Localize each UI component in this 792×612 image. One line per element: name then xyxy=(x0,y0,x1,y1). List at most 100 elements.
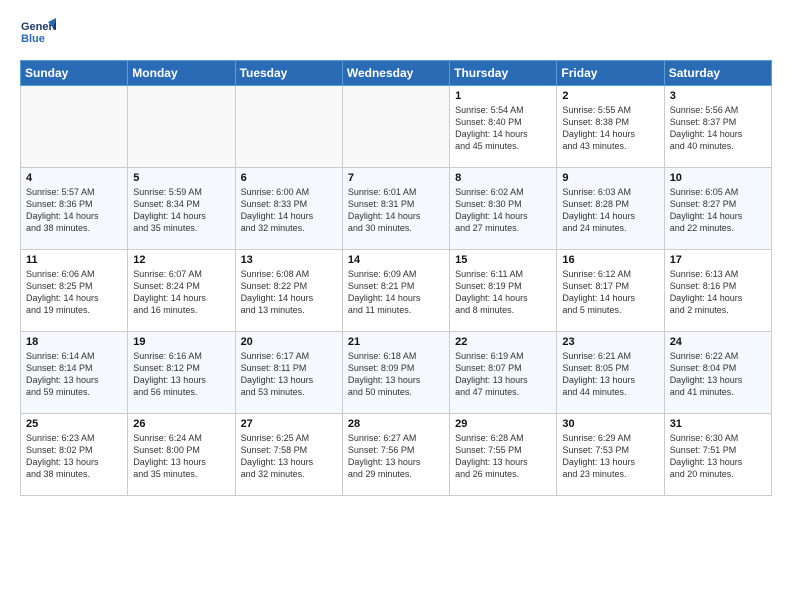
week-row-5: 25 Sunrise: 6:23 AM Sunset: 8:02 PM Dayli… xyxy=(21,414,772,496)
day-number: 27 xyxy=(241,418,337,430)
day-number: 6 xyxy=(241,172,337,184)
weekday-header-friday: Friday xyxy=(557,61,664,86)
day-cell: 16 Sunrise: 6:12 AM Sunset: 8:17 PM Dayli… xyxy=(557,250,664,332)
day-cell: 10 Sunrise: 6:05 AM Sunset: 8:27 PM Dayli… xyxy=(664,168,771,250)
day-number: 29 xyxy=(455,418,551,430)
day-info: Sunrise: 6:09 AM Sunset: 8:21 PM Dayligh… xyxy=(348,268,444,317)
day-number: 9 xyxy=(562,172,658,184)
day-number: 5 xyxy=(133,172,229,184)
day-info: Sunrise: 5:59 AM Sunset: 8:34 PM Dayligh… xyxy=(133,186,229,235)
week-row-2: 4 Sunrise: 5:57 AM Sunset: 8:36 PM Daylig… xyxy=(21,168,772,250)
day-cell: 25 Sunrise: 6:23 AM Sunset: 8:02 PM Dayli… xyxy=(21,414,128,496)
day-cell: 1 Sunrise: 5:54 AM Sunset: 8:40 PM Daylig… xyxy=(450,86,557,168)
day-info: Sunrise: 6:08 AM Sunset: 8:22 PM Dayligh… xyxy=(241,268,337,317)
day-number: 31 xyxy=(670,418,766,430)
day-info: Sunrise: 6:22 AM Sunset: 8:04 PM Dayligh… xyxy=(670,350,766,399)
day-cell: 31Sunrise: 6:30 AM Sunset: 7:51 PM Dayli… xyxy=(664,414,771,496)
day-cell: 17Sunrise: 6:13 AM Sunset: 8:16 PM Dayli… xyxy=(664,250,771,332)
day-number: 17 xyxy=(670,254,766,266)
day-number: 18 xyxy=(26,336,122,348)
day-info: Sunrise: 6:06 AM Sunset: 8:25 PM Dayligh… xyxy=(26,268,122,317)
day-info: Sunrise: 6:17 AM Sunset: 8:11 PM Dayligh… xyxy=(241,350,337,399)
day-info: Sunrise: 5:56 AM Sunset: 8:37 PM Dayligh… xyxy=(670,104,766,153)
day-number: 28 xyxy=(348,418,444,430)
day-info: Sunrise: 6:12 AM Sunset: 8:17 PM Dayligh… xyxy=(562,268,658,317)
day-cell: 7 Sunrise: 6:01 AM Sunset: 8:31 PM Daylig… xyxy=(342,168,449,250)
day-number: 12 xyxy=(133,254,229,266)
day-number: 3 xyxy=(670,90,766,102)
day-info: Sunrise: 6:25 AM Sunset: 7:58 PM Dayligh… xyxy=(241,432,337,481)
day-info: Sunrise: 6:27 AM Sunset: 7:56 PM Dayligh… xyxy=(348,432,444,481)
logo-svg: General Blue xyxy=(20,16,56,52)
calendar-table: SundayMondayTuesdayWednesdayThursdayFrid… xyxy=(20,60,772,496)
day-number: 7 xyxy=(348,172,444,184)
day-cell: 12 Sunrise: 6:07 AM Sunset: 8:24 PM Dayli… xyxy=(128,250,235,332)
day-cell xyxy=(342,86,449,168)
day-info: Sunrise: 6:00 AM Sunset: 8:33 PM Dayligh… xyxy=(241,186,337,235)
day-cell: 26 Sunrise: 6:24 AM Sunset: 8:00 PM Dayli… xyxy=(128,414,235,496)
day-number: 13 xyxy=(241,254,337,266)
day-number: 16 xyxy=(562,254,658,266)
weekday-header-monday: Monday xyxy=(128,61,235,86)
day-cell: 30 Sunrise: 6:29 AM Sunset: 7:53 PM Dayli… xyxy=(557,414,664,496)
day-info: Sunrise: 6:14 AM Sunset: 8:14 PM Dayligh… xyxy=(26,350,122,399)
day-info: Sunrise: 6:11 AM Sunset: 8:19 PM Dayligh… xyxy=(455,268,551,317)
day-info: Sunrise: 5:57 AM Sunset: 8:36 PM Dayligh… xyxy=(26,186,122,235)
day-cell xyxy=(128,86,235,168)
day-number: 1 xyxy=(455,90,551,102)
day-cell: 5 Sunrise: 5:59 AM Sunset: 8:34 PM Daylig… xyxy=(128,168,235,250)
day-info: Sunrise: 6:03 AM Sunset: 8:28 PM Dayligh… xyxy=(562,186,658,235)
day-number: 23 xyxy=(562,336,658,348)
day-cell: 2Sunrise: 5:55 AM Sunset: 8:38 PM Daylig… xyxy=(557,86,664,168)
day-cell: 4 Sunrise: 5:57 AM Sunset: 8:36 PM Daylig… xyxy=(21,168,128,250)
day-number: 24 xyxy=(670,336,766,348)
day-cell: 14 Sunrise: 6:09 AM Sunset: 8:21 PM Dayli… xyxy=(342,250,449,332)
logo: General Blue xyxy=(20,16,56,52)
day-info: Sunrise: 6:24 AM Sunset: 8:00 PM Dayligh… xyxy=(133,432,229,481)
day-cell: 18 Sunrise: 6:14 AM Sunset: 8:14 PM Dayli… xyxy=(21,332,128,414)
day-cell: 6 Sunrise: 6:00 AM Sunset: 8:33 PM Daylig… xyxy=(235,168,342,250)
day-cell: 9 Sunrise: 6:03 AM Sunset: 8:28 PM Daylig… xyxy=(557,168,664,250)
day-number: 10 xyxy=(670,172,766,184)
day-number: 2 xyxy=(562,90,658,102)
day-number: 11 xyxy=(26,254,122,266)
day-cell: 3 Sunrise: 5:56 AM Sunset: 8:37 PM Daylig… xyxy=(664,86,771,168)
weekday-header-thursday: Thursday xyxy=(450,61,557,86)
weekday-header-tuesday: Tuesday xyxy=(235,61,342,86)
week-row-4: 18 Sunrise: 6:14 AM Sunset: 8:14 PM Dayli… xyxy=(21,332,772,414)
day-cell: 21Sunrise: 6:18 AM Sunset: 8:09 PM Dayli… xyxy=(342,332,449,414)
week-row-3: 11 Sunrise: 6:06 AM Sunset: 8:25 PM Dayli… xyxy=(21,250,772,332)
day-number: 15 xyxy=(455,254,551,266)
day-cell: 24 Sunrise: 6:22 AM Sunset: 8:04 PM Dayli… xyxy=(664,332,771,414)
week-row-1: 1 Sunrise: 5:54 AM Sunset: 8:40 PM Daylig… xyxy=(21,86,772,168)
day-number: 25 xyxy=(26,418,122,430)
day-cell xyxy=(235,86,342,168)
day-number: 4 xyxy=(26,172,122,184)
weekday-header-sunday: Sunday xyxy=(21,61,128,86)
day-number: 19 xyxy=(133,336,229,348)
day-info: Sunrise: 6:21 AM Sunset: 8:05 PM Dayligh… xyxy=(562,350,658,399)
day-number: 8 xyxy=(455,172,551,184)
day-cell: 22Sunrise: 6:19 AM Sunset: 8:07 PM Dayli… xyxy=(450,332,557,414)
day-number: 21 xyxy=(348,336,444,348)
day-number: 14 xyxy=(348,254,444,266)
day-info: Sunrise: 6:01 AM Sunset: 8:31 PM Dayligh… xyxy=(348,186,444,235)
day-cell: 11 Sunrise: 6:06 AM Sunset: 8:25 PM Dayli… xyxy=(21,250,128,332)
day-info: Sunrise: 6:05 AM Sunset: 8:27 PM Dayligh… xyxy=(670,186,766,235)
day-info: Sunrise: 6:23 AM Sunset: 8:02 PM Dayligh… xyxy=(26,432,122,481)
day-info: Sunrise: 6:29 AM Sunset: 7:53 PM Dayligh… xyxy=(562,432,658,481)
weekday-header-wednesday: Wednesday xyxy=(342,61,449,86)
day-cell: 27 Sunrise: 6:25 AM Sunset: 7:58 PM Dayli… xyxy=(235,414,342,496)
day-info: Sunrise: 6:02 AM Sunset: 8:30 PM Dayligh… xyxy=(455,186,551,235)
weekday-header-row: SundayMondayTuesdayWednesdayThursdayFrid… xyxy=(21,61,772,86)
day-number: 30 xyxy=(562,418,658,430)
day-info: Sunrise: 6:07 AM Sunset: 8:24 PM Dayligh… xyxy=(133,268,229,317)
day-cell: 20 Sunrise: 6:17 AM Sunset: 8:11 PM Dayli… xyxy=(235,332,342,414)
day-info: Sunrise: 6:28 AM Sunset: 7:55 PM Dayligh… xyxy=(455,432,551,481)
day-cell: 13 Sunrise: 6:08 AM Sunset: 8:22 PM Dayli… xyxy=(235,250,342,332)
weekday-header-saturday: Saturday xyxy=(664,61,771,86)
day-info: Sunrise: 6:16 AM Sunset: 8:12 PM Dayligh… xyxy=(133,350,229,399)
day-number: 20 xyxy=(241,336,337,348)
day-number: 26 xyxy=(133,418,229,430)
day-info: Sunrise: 5:54 AM Sunset: 8:40 PM Dayligh… xyxy=(455,104,551,153)
